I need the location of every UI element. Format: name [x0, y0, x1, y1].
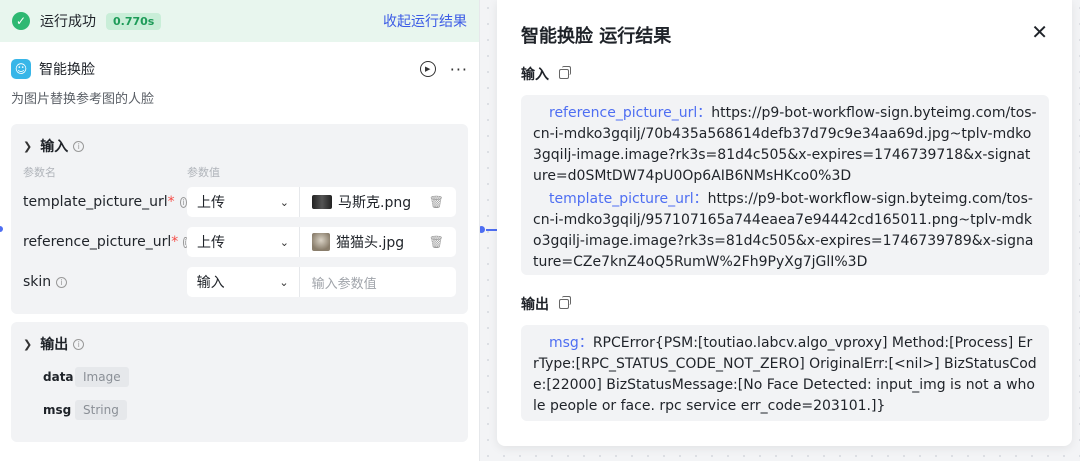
- output-label-row: 输出: [521, 294, 571, 314]
- chevron-down-icon[interactable]: ❯: [23, 140, 32, 153]
- file-value[interactable]: 猫猫头.jpg 🗑: [300, 232, 456, 252]
- param-value-input[interactable]: 输入参数值: [300, 273, 456, 292]
- chevron-down-icon[interactable]: ❯: [23, 338, 32, 351]
- result-value: RPCError{PSM:[toutiao.labcv.algo_vproxy]…: [533, 335, 1037, 414]
- collapse-results-link[interactable]: 收起运行结果: [383, 11, 467, 31]
- info-icon[interactable]: i: [73, 140, 85, 152]
- required-mark: *: [167, 194, 175, 210]
- input-section-label: 输入: [40, 139, 69, 155]
- input-result-box: reference_picture_url：https://p9-bot-wor…: [521, 95, 1049, 275]
- copy-icon[interactable]: [559, 66, 571, 79]
- result-entry: msg：RPCError{PSM:[toutiao.labcv.algo_vpr…: [533, 333, 1037, 417]
- mode-select[interactable]: 输入 ⌄: [187, 267, 300, 297]
- image-thumbnail: [312, 233, 330, 251]
- col-head-name: 参数名: [23, 166, 56, 179]
- status-text: 运行成功: [40, 14, 96, 30]
- result-key: msg：: [549, 335, 593, 351]
- info-icon[interactable]: i: [73, 338, 85, 350]
- param-name: template_picture_url: [23, 194, 168, 210]
- param-name: skin: [23, 274, 52, 290]
- info-icon[interactable]: i: [179, 196, 187, 208]
- output-field: data Image: [43, 360, 456, 393]
- run-result-panel: 智能换脸 运行结果 ✕ 输入 reference_picture_url：htt…: [497, 0, 1072, 446]
- input-placeholder: 输入参数值: [311, 276, 377, 292]
- output-field-name: data: [43, 369, 74, 384]
- param-row: template_picture_url * i 上传 ⌄ 马斯克.png 🗑: [23, 182, 456, 222]
- run-status-bar: ✓ 运行成功 0.770s 收起运行结果: [0, 0, 479, 42]
- output-field-type: Image: [75, 366, 129, 387]
- close-icon[interactable]: ✕: [1031, 20, 1048, 44]
- param-row: skin i 输入 ⌄ 输入参数值: [23, 262, 456, 302]
- info-icon[interactable]: i: [56, 276, 68, 288]
- required-mark: *: [171, 234, 179, 250]
- mode-select[interactable]: 上传 ⌄: [187, 187, 300, 217]
- output-section: ❯ 输出 i data Image msg String: [11, 322, 468, 442]
- chevron-down-icon: ⌄: [279, 275, 289, 289]
- trash-icon[interactable]: 🗑: [429, 235, 444, 249]
- col-head-value: 参数值: [187, 166, 220, 179]
- output-result-box: msg：RPCError{PSM:[toutiao.labcv.algo_vpr…: [521, 325, 1049, 421]
- result-key: template_picture_url：: [549, 191, 708, 207]
- play-icon[interactable]: ▶: [419, 61, 436, 77]
- copy-icon[interactable]: [559, 296, 571, 309]
- mode-select[interactable]: 上传 ⌄: [187, 227, 300, 257]
- result-entry: template_picture_url：https://p9-bot-work…: [533, 189, 1037, 273]
- image-thumbnail: [312, 195, 332, 209]
- node-title: 智能换脸: [39, 62, 95, 78]
- more-icon[interactable]: ···: [450, 60, 468, 79]
- node-description: 为图片替换参考图的人脸: [11, 92, 155, 107]
- node-header: ☺ 智能换脸 ▶ ···: [0, 42, 479, 82]
- result-entry: reference_picture_url：https://p9-bot-wor…: [533, 103, 1037, 187]
- output-section-label: 输出: [40, 337, 69, 353]
- output-field: msg String: [43, 393, 456, 426]
- node-input-port[interactable]: [0, 226, 3, 232]
- result-key: reference_picture_url：: [549, 105, 712, 121]
- face-swap-logo-icon: ☺: [11, 59, 31, 79]
- mode-select-value: 上传: [197, 235, 225, 251]
- chevron-down-icon: ⌄: [279, 195, 289, 209]
- run-time-badge: 0.770s: [106, 12, 162, 30]
- chevron-down-icon: ⌄: [279, 235, 289, 249]
- file-name: 猫猫头.jpg: [336, 235, 405, 251]
- input-section: ❯ 输入 i 参数名 参数值 template_picture_url * i …: [11, 124, 468, 314]
- param-row: reference_picture_url * i 上传 ⌄ 猫猫头.jpg 🗑: [23, 222, 456, 262]
- input-label: 输入: [521, 67, 549, 83]
- input-label-row: 输入: [521, 64, 571, 84]
- file-value[interactable]: 马斯克.png 🗑: [300, 192, 456, 212]
- trash-icon[interactable]: 🗑: [429, 195, 444, 209]
- panel-title: 智能换脸 运行结果: [521, 26, 672, 47]
- output-field-type: String: [75, 399, 127, 420]
- mode-select-value: 上传: [197, 195, 225, 211]
- output-label: 输出: [521, 297, 549, 313]
- mode-select-value: 输入: [196, 275, 225, 291]
- param-name: reference_picture_url: [23, 234, 172, 250]
- output-field-name: msg: [43, 402, 72, 417]
- face-swap-node[interactable]: ✓ 运行成功 0.770s 收起运行结果 ☺ 智能换脸 ▶ ··· 为图片替换参…: [0, 0, 480, 461]
- file-name: 马斯克.png: [338, 195, 412, 211]
- check-circle-icon: ✓: [12, 12, 30, 30]
